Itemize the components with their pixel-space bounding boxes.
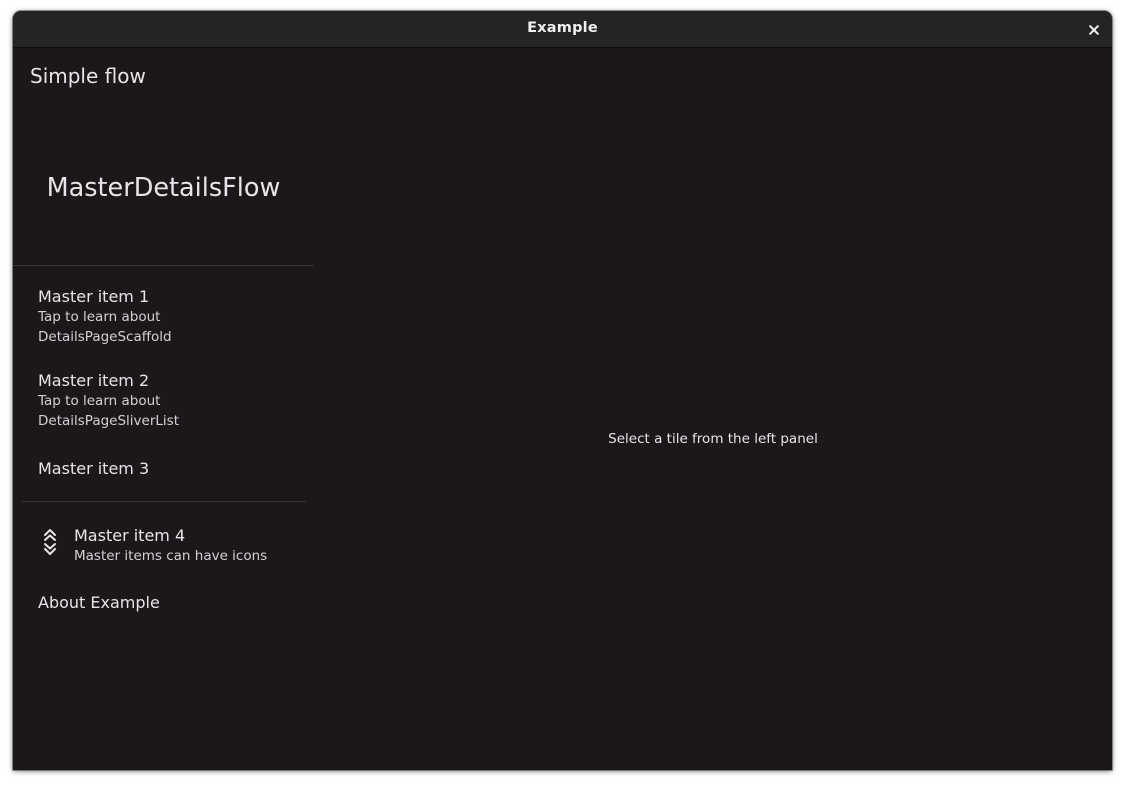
app-window: Example Simple flow MasterDetailsFlow Ma… bbox=[13, 11, 1112, 770]
about-item[interactable]: About Example bbox=[38, 593, 308, 613]
master-item-3[interactable]: Master item 3 bbox=[38, 459, 308, 479]
master-item-1[interactable]: Master item 1 Tap to learn about Details… bbox=[38, 287, 308, 347]
master-item-subtitle: Master items can have icons bbox=[74, 548, 268, 564]
master-item-subtitle: Tap to learn about bbox=[38, 393, 161, 409]
app-bar-title: Simple flow bbox=[30, 64, 146, 88]
master-item-2[interactable]: Master item 2 Tap to learn about Details… bbox=[38, 371, 308, 431]
drawer-header-title: MasterDetailsFlow bbox=[46, 173, 281, 203]
window-title: Example bbox=[527, 20, 598, 36]
title-bar[interactable]: Example bbox=[13, 11, 1112, 48]
master-item-subtitle: DetailsPageSliverList bbox=[38, 413, 179, 429]
app-content: Simple flow MasterDetailsFlow Master ite… bbox=[13, 49, 1112, 770]
double-chevron-up-down-icon bbox=[38, 527, 62, 557]
master-item-title: Master item 3 bbox=[38, 459, 150, 478]
close-icon bbox=[1089, 25, 1099, 35]
master-item-title: Master item 2 bbox=[38, 371, 150, 390]
drawer-header: MasterDetailsFlow bbox=[13, 119, 314, 266]
about-item-title: About Example bbox=[38, 593, 160, 612]
master-item-title: Master item 4 bbox=[74, 526, 186, 545]
master-item-title: Master item 1 bbox=[38, 287, 150, 306]
close-button[interactable] bbox=[1084, 20, 1104, 40]
master-item-subtitle: DetailsPageScaffold bbox=[38, 329, 172, 345]
master-item-4[interactable]: Master item 4 Master items can have icon… bbox=[74, 526, 344, 566]
details-placeholder: Select a tile from the left panel bbox=[608, 431, 818, 447]
drawer-divider bbox=[22, 501, 306, 502]
master-item-subtitle: Tap to learn about bbox=[38, 309, 161, 325]
